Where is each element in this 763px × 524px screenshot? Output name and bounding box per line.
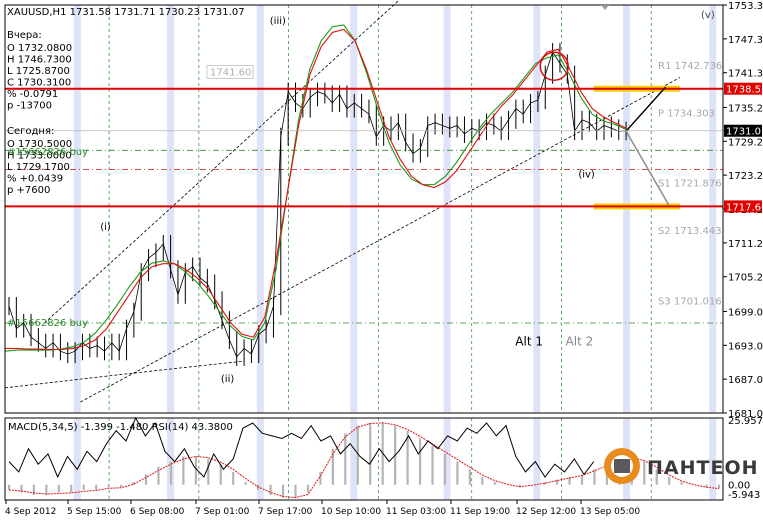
info-today-line: % +0.0439 [7, 174, 63, 185]
price-axis-label: 1693.05 [728, 341, 763, 352]
price-axis-label: 1753.35 [728, 1, 763, 12]
info-yesterday-line: H 1746.7300 [7, 55, 72, 66]
price-axis-label: 1723.20 [728, 171, 763, 182]
price-axis-label: 1711.20 [728, 239, 763, 250]
chart-background [0, 0, 763, 520]
price-axis-label: 1729.20 [728, 137, 763, 148]
price-tag-text: 1738.52 [726, 85, 763, 96]
session-band-main [350, 5, 358, 413]
info-today-heading: Сегодня: [7, 126, 54, 137]
pivot-label: S1 1721.876 [658, 179, 722, 190]
info-yesterday-line: O 1732.0800 [7, 43, 72, 54]
time-axis-label: 4 Sep 2012 [5, 507, 56, 517]
time-axis-label: 10 Sep 10:00 [321, 507, 381, 517]
price-axis-label: 1735.20 [728, 103, 763, 114]
session-band-main [256, 5, 264, 413]
time-axis-label: 6 Sep 08:00 [130, 507, 185, 517]
version-mark: (v) [701, 10, 715, 21]
wave-label: (iii) [270, 16, 286, 27]
indicator-axis-label: -5.943 [728, 490, 760, 501]
pivot-label: P 1734.303 [658, 108, 715, 119]
info-yesterday-line: % -0.0791 [7, 89, 58, 100]
time-axis-label: 11 Sep 03:00 [386, 507, 446, 517]
price-marker-text: 1741.60 [210, 67, 251, 78]
pivot-label: S2 1713.443 [658, 226, 722, 237]
chart-root: 1753.35 1747.35 1741.35 1735.20 1729.20 1723.… [0, 0, 763, 520]
time-axis-label: 13 Sep 05:00 [580, 507, 640, 517]
wave-label: Alt 1 [515, 335, 543, 349]
price-axis-label: 1741.35 [728, 69, 763, 80]
indicator-axis-label: 25.957 [728, 416, 763, 427]
order-label: #15662826 buy [7, 147, 88, 158]
wave-label: (ii) [221, 374, 234, 385]
session-band-main [443, 5, 451, 413]
logo-text: ПАНТЕОН [647, 457, 759, 479]
info-today-line: p +7600 [7, 185, 50, 196]
session-band-main [533, 5, 541, 413]
time-axis-label: 7 Sep 17:00 [258, 507, 313, 517]
wave-label: Alt 2 [566, 335, 594, 349]
price-axis-label: 1687.05 [728, 375, 763, 386]
trading-chart: 1753.35 1747.35 1741.35 1735.20 1729.20 1723.… [0, 0, 763, 520]
time-axis-label: 11 Sep 19:00 [450, 507, 510, 517]
info-today-line: L 1729.1700 [7, 162, 70, 173]
logo-emblem-core [614, 459, 630, 473]
session-band-indicator [533, 418, 541, 500]
indicator-label: MACD(5,34,5) -1.399 -1.480 RSI(14) 43.38… [8, 422, 233, 433]
pivot-label: S3 1701.016 [658, 296, 722, 307]
price-axis-label: 1705.20 [728, 273, 763, 284]
current-price-tag-text: 1731.07 [726, 127, 763, 138]
info-yesterday-heading: Вчера: [7, 30, 42, 41]
symbol-header: XAUUSD,H1 1731.58 1731.71 1730.23 1731.0… [7, 7, 245, 18]
time-axis-label: 5 Sep 15:00 [67, 507, 122, 517]
pivot-label: R1 1742.736 [658, 61, 722, 72]
price-axis-label: 1747.35 [728, 35, 763, 46]
price-axis-label: 1699.05 [728, 307, 763, 318]
price-tag-text: 1717.66 [726, 202, 763, 213]
info-yesterday-line: C 1730.3100 [7, 78, 71, 89]
wave-label: (i) [100, 222, 111, 233]
time-axis-label: 7 Sep 01:00 [195, 507, 250, 517]
wave-label: (iv) [578, 169, 595, 180]
order-label: #15662826 buy [7, 318, 88, 329]
info-yesterday-line: p -13700 [7, 101, 52, 112]
time-axis-label: 12 Sep 12:00 [516, 507, 576, 517]
info-yesterday-line: L 1725.8700 [7, 66, 70, 77]
